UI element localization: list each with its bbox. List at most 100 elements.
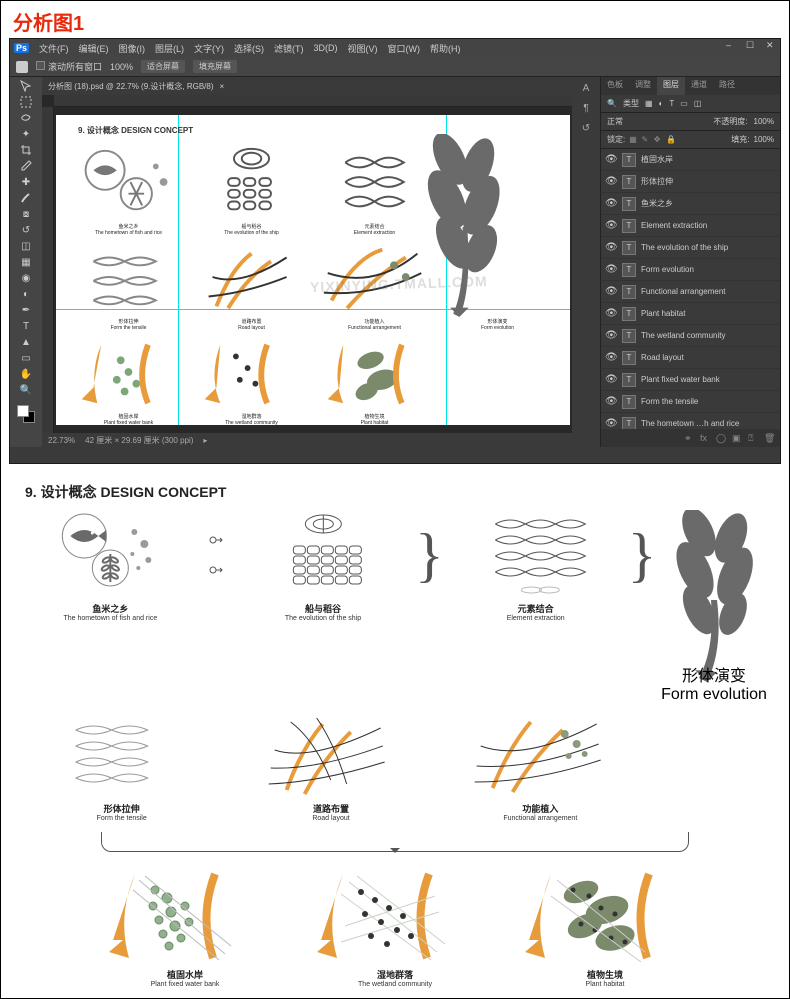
lock-all-icon[interactable]: 🔒 [666, 135, 676, 145]
filter-smart-icon[interactable]: ◫ [694, 99, 702, 108]
tab-channels[interactable]: 通道 [685, 77, 713, 95]
canvas-viewport[interactable]: 9. 设计概念 DESIGN CONCEPT [56, 107, 570, 433]
lock-trans-icon[interactable]: ▦ [629, 135, 639, 145]
layers-list[interactable]: 👁T植固水岸👁T形体拉伸👁T鱼米之乡👁TElement extraction👁T… [601, 149, 780, 429]
layer-row[interactable]: 👁T鱼米之乡 [601, 193, 780, 215]
menu-select[interactable]: 选择(S) [234, 42, 264, 55]
menu-file[interactable]: 文件(F) [39, 42, 69, 55]
layer-name[interactable]: Element extraction [641, 221, 776, 230]
lock-paint-icon[interactable]: ✎ [641, 135, 651, 145]
layer-name[interactable]: The evolution of the ship [641, 243, 776, 252]
layer-name[interactable]: Plant habitat [641, 309, 776, 318]
visibility-eye-icon[interactable]: 👁 [605, 352, 617, 363]
menu-edit[interactable]: 编辑(E) [79, 42, 109, 55]
layer-name[interactable]: Form evolution [641, 265, 776, 274]
hand-tool-icon[interactable]: ✋ [19, 367, 33, 381]
dodge-tool-icon[interactable]: ◐ [19, 287, 33, 301]
shape-tool-icon[interactable]: ▭ [19, 351, 33, 365]
tab-adjust[interactable]: 调整 [629, 77, 657, 95]
ruler-vertical[interactable] [42, 107, 54, 433]
pen-tool-icon[interactable]: ✒ [19, 303, 33, 317]
visibility-eye-icon[interactable]: 👁 [605, 396, 617, 407]
heal-tool-icon[interactable]: ✚ [19, 175, 33, 189]
eyedropper-tool-icon[interactable] [19, 159, 33, 173]
layer-name[interactable]: 植固水岸 [641, 154, 776, 165]
visibility-eye-icon[interactable]: 👁 [605, 330, 617, 341]
layer-row[interactable]: 👁TForm evolution [601, 259, 780, 281]
marquee-tool-icon[interactable] [19, 95, 33, 109]
history-panel-icon[interactable]: ↺ [579, 121, 593, 135]
zoom-tool-icon[interactable]: 🔍 [19, 383, 33, 397]
zoom-readout[interactable]: 22.73% [48, 436, 75, 445]
visibility-eye-icon[interactable]: 👁 [605, 264, 617, 275]
move-tool-icon[interactable] [19, 79, 33, 93]
layer-row[interactable]: 👁TThe evolution of the ship [601, 237, 780, 259]
fill-screen-button[interactable]: 填充屏幕 [193, 60, 237, 73]
menu-filter[interactable]: 滤镜(T) [274, 42, 304, 55]
hand-tool-icon[interactable] [16, 61, 28, 73]
lasso-tool-icon[interactable] [19, 111, 33, 125]
path-select-icon[interactable]: ▲ [19, 335, 33, 349]
crop-tool-icon[interactable] [19, 143, 33, 157]
ruler-horizontal[interactable] [54, 95, 572, 107]
win-min-icon[interactable]: – [726, 41, 736, 49]
tab-layers[interactable]: 图层 [657, 77, 685, 95]
link-layers-icon[interactable]: ⚭ [684, 433, 694, 443]
filter-pixel-icon[interactable]: ▦ [645, 99, 653, 108]
fill-value[interactable]: 100% [754, 135, 774, 144]
layer-name[interactable]: The wetland community [641, 331, 776, 340]
new-layer-icon[interactable]: ⍰ [748, 433, 758, 443]
layer-name[interactable]: 鱼米之乡 [641, 198, 776, 209]
opacity-value[interactable]: 100% [754, 117, 774, 126]
layer-name[interactable]: The hometown …h and rice [641, 419, 776, 428]
blur-tool-icon[interactable]: ◉ [19, 271, 33, 285]
menu-layer[interactable]: 图层(L) [155, 42, 184, 55]
win-max-icon[interactable]: ☐ [746, 41, 756, 49]
layer-name[interactable]: Plant fixed water bank [641, 375, 776, 384]
menu-view[interactable]: 视图(V) [348, 42, 378, 55]
tab-paths[interactable]: 路径 [713, 77, 741, 95]
layer-row[interactable]: 👁T形体拉伸 [601, 171, 780, 193]
layer-name[interactable]: Road layout [641, 353, 776, 362]
layer-row[interactable]: 👁T植固水岸 [601, 149, 780, 171]
layer-row[interactable]: 👁TPlant habitat [601, 303, 780, 325]
layer-row[interactable]: 👁TThe hometown …h and rice [601, 413, 780, 429]
visibility-eye-icon[interactable]: 👁 [605, 176, 617, 187]
lock-pos-icon[interactable]: ✥ [654, 135, 664, 145]
delete-layer-icon[interactable]: 🗑 [764, 433, 774, 443]
win-close-icon[interactable]: ✕ [766, 41, 776, 49]
filter-type-icon[interactable]: T [669, 99, 674, 108]
filter-adjust-icon[interactable]: ◐ [659, 99, 664, 108]
layer-row[interactable]: 👁TThe wetland community [601, 325, 780, 347]
filter-kind-icon[interactable]: 🔍 [607, 99, 617, 108]
menu-type[interactable]: 文字(Y) [194, 42, 224, 55]
menu-help[interactable]: 帮助(H) [430, 42, 461, 55]
artboard[interactable]: 9. 设计概念 DESIGN CONCEPT [56, 115, 570, 425]
menu-image[interactable]: 图像(I) [119, 42, 146, 55]
type-tool-icon[interactable]: T [19, 319, 33, 333]
layer-name[interactable]: Functional arrangement [641, 287, 776, 296]
visibility-eye-icon[interactable]: 👁 [605, 308, 617, 319]
visibility-eye-icon[interactable]: 👁 [605, 418, 617, 429]
tab-swatches[interactable]: 色板 [601, 77, 629, 95]
gradient-tool-icon[interactable]: ▦ [19, 255, 33, 269]
zoom-100[interactable]: 100% [110, 62, 133, 72]
stamp-tool-icon[interactable]: ⧇ [19, 207, 33, 221]
wand-tool-icon[interactable]: ✦ [19, 127, 33, 141]
layer-row[interactable]: 👁TForm the tensile [601, 391, 780, 413]
filter-shape-icon[interactable]: ▭ [680, 99, 688, 108]
layer-mask-icon[interactable]: ◯ [716, 433, 726, 443]
visibility-eye-icon[interactable]: 👁 [605, 154, 617, 165]
menu-window[interactable]: 窗口(W) [388, 42, 421, 55]
new-group-icon[interactable]: ▣ [732, 433, 742, 443]
history-brush-icon[interactable]: ↺ [19, 223, 33, 237]
visibility-eye-icon[interactable]: 👁 [605, 286, 617, 297]
color-swatch[interactable] [17, 405, 35, 423]
visibility-eye-icon[interactable]: 👁 [605, 374, 617, 385]
blend-mode-select[interactable]: 正常 [607, 116, 623, 127]
layer-row[interactable]: 👁TElement extraction [601, 215, 780, 237]
document-tab[interactable]: 分析图 (18).psd @ 22.7% (9.设计概念, RGB/8)× [42, 77, 572, 95]
fit-screen-button[interactable]: 适合屏幕 [141, 60, 185, 73]
visibility-eye-icon[interactable]: 👁 [605, 220, 617, 231]
layer-name[interactable]: 形体拉伸 [641, 176, 776, 187]
